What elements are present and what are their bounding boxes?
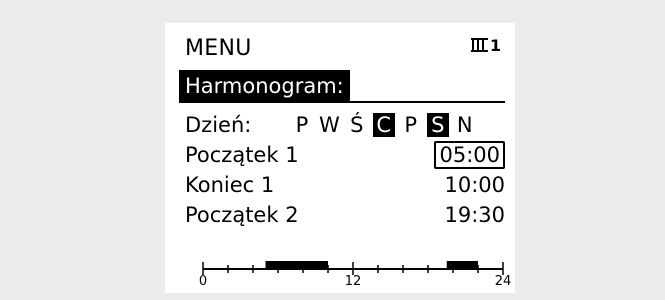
schedule-label: Koniec 1 bbox=[185, 173, 275, 197]
day-option[interactable]: P bbox=[293, 113, 311, 137]
schedule-time-value[interactable]: 05:00 bbox=[434, 141, 505, 169]
day-option[interactable]: P bbox=[402, 113, 420, 137]
timeline-hour-label: 0 bbox=[198, 274, 208, 289]
heating-circuit-icon bbox=[470, 38, 488, 52]
schedule-label: Początek 1 bbox=[185, 143, 299, 167]
controller-display: MENU 1 Harmonogram: Dzień: PWŚCPSN Począ… bbox=[165, 23, 515, 293]
day-option[interactable]: N bbox=[456, 113, 474, 137]
day-option[interactable]: Ś bbox=[348, 113, 366, 137]
schedule-time-value[interactable]: 19:30 bbox=[444, 200, 505, 230]
timeline-active-period bbox=[446, 261, 478, 269]
menu-label: MENU bbox=[185, 36, 252, 61]
schedule-time-value[interactable]: 10:00 bbox=[444, 170, 505, 200]
schedule-row[interactable]: Początek 2 19:30 bbox=[185, 200, 505, 230]
day-option[interactable]: C bbox=[372, 113, 395, 137]
schedule-row[interactable]: Początek 1 05:00 bbox=[185, 140, 505, 170]
timeline-active-period bbox=[265, 261, 328, 269]
day-label: Dzień: bbox=[185, 113, 252, 137]
circuit-number: 1 bbox=[489, 36, 501, 55]
schedule-label: Początek 2 bbox=[185, 203, 299, 227]
display-header: MENU 1 bbox=[185, 36, 501, 62]
screen-title: Harmonogram: bbox=[179, 70, 350, 102]
schedule-row[interactable]: Koniec 1 10:00 bbox=[185, 170, 505, 200]
day-option[interactable]: W bbox=[318, 113, 341, 137]
title-divider bbox=[179, 101, 505, 103]
timeline-bar bbox=[202, 261, 504, 275]
heating-circuit-indicator: 1 bbox=[470, 36, 501, 55]
timeline-hour-label: 24 bbox=[494, 274, 512, 289]
day-selector-row: Dzień: PWŚCPSN bbox=[185, 110, 505, 140]
daily-timeline: 0 12 24 bbox=[198, 257, 511, 291]
timeline-hour-label: 12 bbox=[344, 274, 362, 289]
day-option[interactable]: S bbox=[426, 113, 449, 137]
day-selector: PWŚCPSN bbox=[293, 110, 481, 140]
